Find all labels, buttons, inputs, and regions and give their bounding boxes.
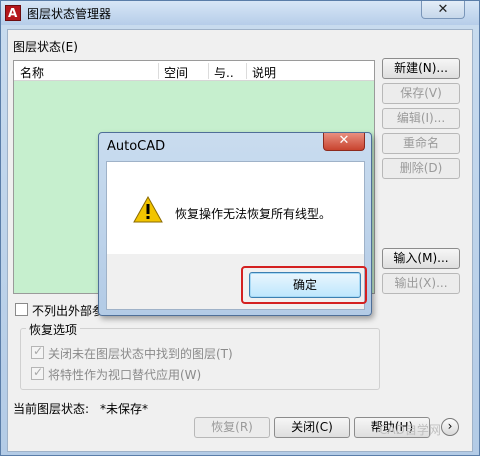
restore-button[interactable]: 恢复(R) bbox=[194, 417, 270, 438]
dialog-message: 恢复操作无法恢复所有线型。 bbox=[175, 207, 332, 221]
export-button[interactable]: 输出(X)... bbox=[382, 273, 460, 294]
viewport-override-checkbox[interactable] bbox=[31, 365, 44, 380]
window-close-button[interactable]: ✕ bbox=[421, 1, 465, 19]
save-button[interactable]: 保存(V) bbox=[382, 83, 460, 104]
warning-icon bbox=[133, 196, 163, 223]
current-state-label: 当前图层状态: bbox=[13, 402, 90, 416]
column-same-as-db[interactable]: 与.. bbox=[214, 64, 234, 81]
list-header: 名称 空间 与.. 说明 bbox=[14, 61, 374, 81]
column-description[interactable]: 说明 bbox=[252, 64, 276, 81]
column-space[interactable]: 空间 bbox=[164, 64, 188, 81]
column-name[interactable]: 名称 bbox=[20, 64, 44, 81]
rename-button[interactable]: 重命名 bbox=[382, 133, 460, 154]
column-divider bbox=[246, 63, 247, 79]
title-bar: A 图层状态管理器 ✕ bbox=[1, 1, 479, 25]
import-button[interactable]: 输入(M)... bbox=[382, 248, 460, 269]
delete-button[interactable]: 删除(D) bbox=[382, 158, 460, 179]
dialog-close-button[interactable]: ✕ bbox=[323, 133, 365, 151]
autocad-alert-dialog: AutoCAD ✕ 恢复操作无法恢复所有线型。 确定 bbox=[98, 132, 372, 316]
window-title: 图层状态管理器 bbox=[27, 7, 112, 21]
turn-off-layers-checkbox[interactable] bbox=[31, 344, 44, 359]
autocad-app-icon: A bbox=[5, 5, 21, 21]
dialog-message-area: 恢复操作无法恢复所有线型。 bbox=[107, 162, 364, 254]
current-state-value: *未保存* bbox=[100, 402, 149, 416]
layer-states-label: 图层状态(E) bbox=[13, 40, 78, 54]
close-button[interactable]: 关闭(C) bbox=[274, 417, 350, 438]
hide-xref-checkbox[interactable] bbox=[15, 303, 28, 316]
dialog-body: 恢复操作无法恢复所有线型。 确定 bbox=[106, 161, 367, 310]
edit-button[interactable]: 编辑(I)... bbox=[382, 108, 460, 129]
expand-more-icon[interactable]: › bbox=[441, 418, 459, 436]
restore-options-title: 恢复选项 bbox=[26, 321, 81, 338]
new-button[interactable]: 新建(N)... bbox=[382, 58, 460, 79]
watermark-text: CAD自学网 bbox=[379, 423, 441, 437]
turn-off-layers-label: 关闭未在图层状态中找到的图层(T) bbox=[48, 347, 233, 361]
hide-xref-label: 不列出外部参 bbox=[32, 304, 105, 318]
column-divider bbox=[208, 63, 209, 79]
column-divider bbox=[158, 63, 159, 79]
dialog-title: AutoCAD bbox=[107, 139, 166, 154]
viewport-override-label: 将特性作为视口替代应用(W) bbox=[48, 368, 202, 382]
ok-button[interactable]: 确定 bbox=[249, 272, 361, 298]
